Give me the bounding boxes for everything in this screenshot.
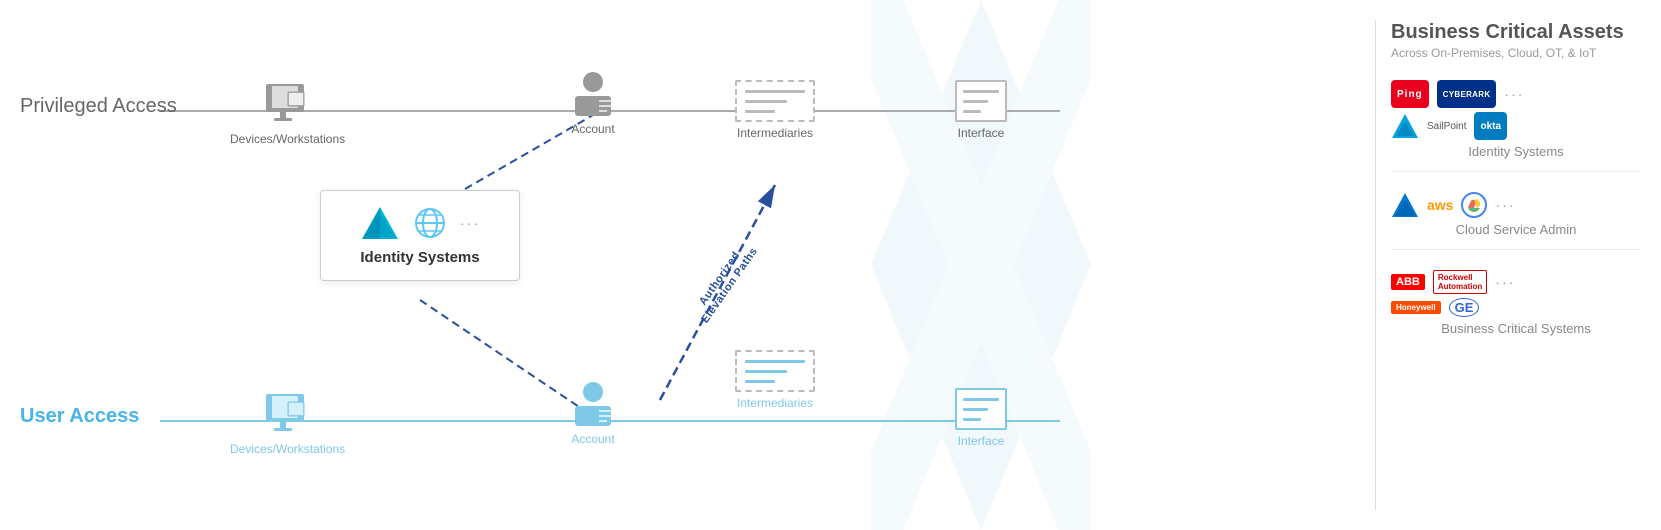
diagram-lines: [0, 0, 1381, 530]
user-devices-node: Devices/Workstations: [230, 388, 345, 456]
user-account-label: Account: [571, 432, 614, 446]
cloud-section: aws ··· Cloud Service Admin: [1391, 192, 1641, 237]
cloud-dots: ···: [1495, 197, 1515, 213]
user-devices-label: Devices/Workstations: [230, 442, 345, 456]
identity-dots: ···: [460, 215, 480, 231]
bcs-logos-row2: Honeywell GE: [1391, 298, 1641, 317]
user-devices-icon: [260, 388, 316, 438]
priv-intermediaries-label: Intermediaries: [737, 126, 813, 140]
priv-devices-icon: [260, 78, 316, 128]
priv-account-label: Account: [571, 122, 614, 136]
azure-icon: [1391, 192, 1419, 218]
user-account-icon: [565, 378, 621, 428]
elevation-label: Authorized Elevation Paths: [689, 238, 760, 325]
bcs-section-label: Business Critical Systems: [1391, 321, 1641, 336]
user-interface-label: Interface: [958, 434, 1005, 448]
abb-logo: ABB: [1391, 274, 1425, 290]
diagram-area: Privileged Access User Access Devices/Wo…: [0, 0, 1381, 530]
bcs-logos-row1: ABB RockwellAutomation ···: [1391, 270, 1641, 294]
bcs-section: ABB RockwellAutomation ··· Honeywell GE …: [1391, 270, 1641, 336]
user-account-node: Account: [565, 378, 621, 446]
gcp-icon: [1461, 192, 1487, 218]
ping-logo: Ping: [1391, 80, 1429, 108]
user-access-label: User Access: [20, 405, 139, 428]
identity-section: Ping CYBERARK ··· SailPoint okta Identit…: [1391, 80, 1641, 159]
aws-logo: aws: [1427, 197, 1453, 213]
priv-devices-node: Devices/Workstations: [230, 78, 345, 146]
right-panel-title: Business Critical Assets: [1391, 20, 1641, 44]
ge-logo: GE: [1449, 298, 1480, 317]
cloud-section-label: Cloud Service Admin: [1391, 222, 1641, 237]
user-intermediaries-icon: [735, 350, 815, 392]
priv-interface-node: Interface: [955, 80, 1007, 140]
okta-logo: okta: [1474, 112, 1507, 140]
user-interface-node: Interface: [955, 388, 1007, 448]
priv-intermediaries-node: Intermediaries: [735, 80, 815, 140]
divider-1: [1391, 171, 1641, 172]
identity-icons-row: ···: [360, 205, 480, 241]
network-icon: [410, 205, 450, 241]
pyramid-icon-1: [360, 205, 400, 241]
identity-logos-row2: SailPoint okta: [1391, 112, 1641, 140]
honeywell-logo: Honeywell: [1391, 301, 1441, 314]
identity-section-dots: ···: [1504, 86, 1524, 102]
cloud-logos-row: aws ···: [1391, 192, 1641, 218]
rockwell-logo: RockwellAutomation: [1433, 270, 1487, 294]
right-panel: Business Critical Assets Across On-Premi…: [1381, 0, 1661, 530]
main-container: Privileged Access User Access Devices/Wo…: [0, 0, 1661, 530]
user-intermediaries-node: Intermediaries: [735, 350, 815, 410]
privileged-access-label: Privileged Access: [20, 95, 177, 118]
user-interface-icon: [955, 388, 1007, 430]
cyberark-logo: CYBERARK: [1437, 80, 1497, 108]
identity-box-label: Identity Systems: [360, 249, 479, 266]
priv-devices-label: Devices/Workstations: [230, 132, 345, 146]
priv-account-icon: [565, 68, 621, 118]
priv-account-node: Account: [565, 68, 621, 136]
bcs-dots: ···: [1495, 274, 1515, 290]
identity-systems-box: ··· Identity Systems: [320, 190, 520, 281]
sailpoint-label: SailPoint: [1427, 121, 1466, 132]
panel-separator: [1375, 20, 1376, 510]
right-panel-subtitle: Across On-Premises, Cloud, OT, & IoT: [1391, 46, 1641, 60]
identity-section-label: Identity Systems: [1391, 144, 1641, 159]
priv-interface-label: Interface: [958, 126, 1005, 140]
user-intermediaries-label: Intermediaries: [737, 396, 813, 410]
sailpoint-icon: [1391, 113, 1419, 139]
identity-logos-row: Ping CYBERARK ···: [1391, 80, 1641, 108]
priv-intermediaries-icon: [735, 80, 815, 122]
divider-2: [1391, 249, 1641, 250]
priv-interface-icon: [955, 80, 1007, 122]
